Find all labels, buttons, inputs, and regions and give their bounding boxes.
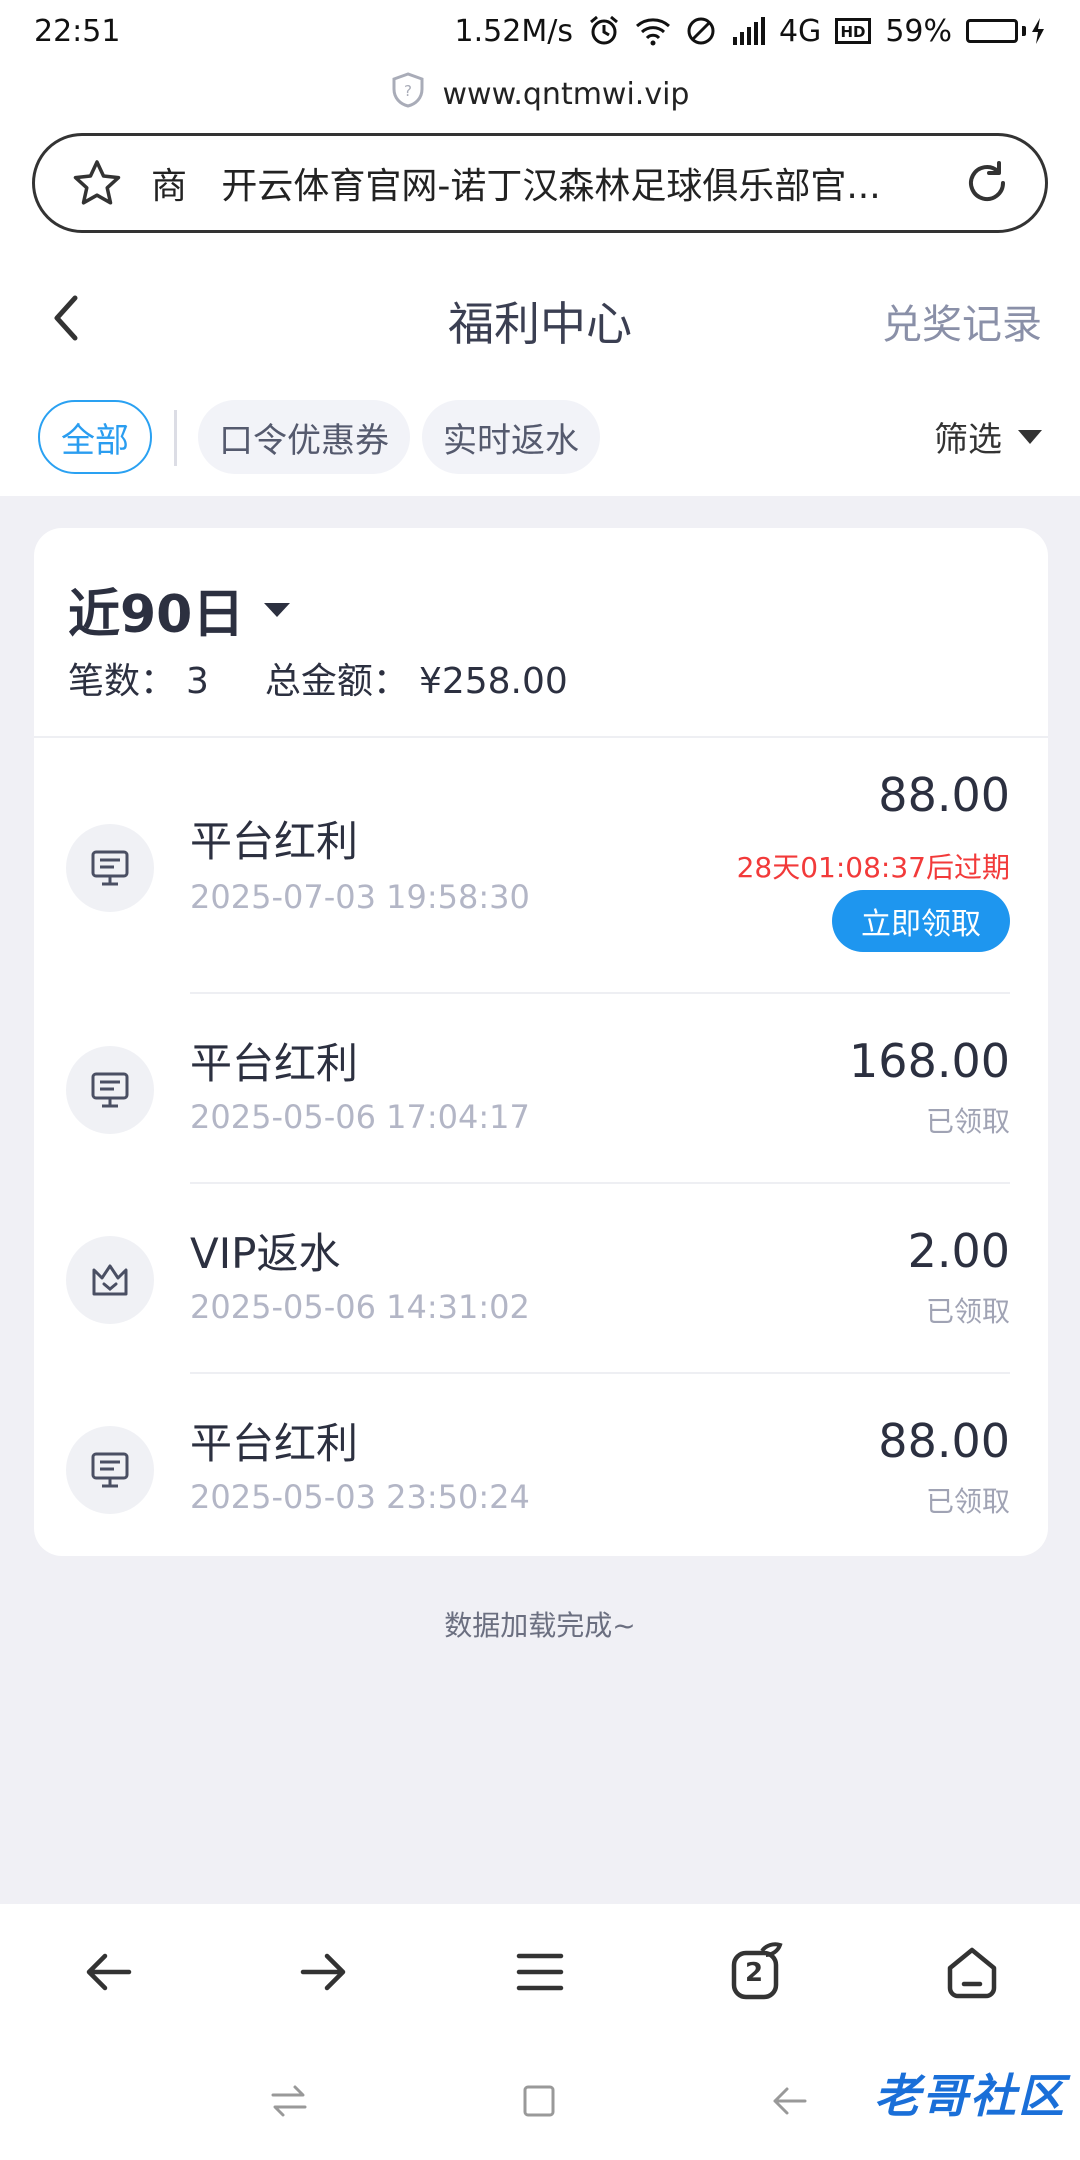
monitor-icon xyxy=(66,1426,154,1514)
redeem-records-link[interactable]: 兑奖记录 xyxy=(882,292,1042,350)
wifi-icon xyxy=(635,16,671,46)
monitor-icon xyxy=(66,824,154,912)
address-text[interactable]: 商 开云体育官网-诺丁汉森林足球俱乐部官... xyxy=(151,157,939,209)
filter-label: 筛选 xyxy=(934,420,1002,460)
reload-icon[interactable] xyxy=(959,155,1015,211)
total-value: ¥258.00 xyxy=(418,661,568,702)
list-item: 平台红利 2025-05-06 17:04:17 168.00 已领取 xyxy=(34,994,1048,1184)
list-item: VIP返水 2025-05-06 14:31:02 2.00 已领取 xyxy=(34,1184,1048,1374)
svg-text:HD: HD xyxy=(841,23,866,41)
count-stat: 笔数： 3 xyxy=(68,652,209,704)
list-item: 平台红利 2025-05-03 23:50:24 88.00 已领取 xyxy=(34,1374,1048,1556)
records-card: 近90日 笔数： 3 总金额： ¥258.00 平台红利 2025-07-03 19… xyxy=(34,528,1048,1556)
record-date: 2025-07-03 19:58:30 xyxy=(190,878,530,916)
switch-app-icon[interactable] xyxy=(264,2076,314,2126)
record-name: 平台红利 xyxy=(190,1039,359,1088)
range-selector[interactable]: 近90日 xyxy=(68,572,291,647)
do-not-disturb-icon xyxy=(685,15,717,47)
status-time: 22:51 xyxy=(34,13,121,49)
system-back-icon[interactable] xyxy=(764,2076,814,2126)
record-date: 2025-05-03 23:50:24 xyxy=(190,1478,530,1516)
address-prefix: 商 xyxy=(151,166,188,207)
record-name: 平台红利 xyxy=(190,817,359,866)
domain-text: www.qntmwi.vip xyxy=(442,76,690,112)
record-status: 已领取 xyxy=(925,1485,1010,1518)
record-name: 平台红利 xyxy=(190,1419,359,1468)
tab-count: 2 xyxy=(744,1958,764,1988)
tab-divider xyxy=(174,410,177,466)
record-status: 已领取 xyxy=(925,1295,1010,1328)
crown-icon xyxy=(66,1236,154,1324)
total-stat: 总金额： ¥258.00 xyxy=(265,652,568,704)
record-amount: 168.00 xyxy=(849,1034,1010,1088)
record-status: 已领取 xyxy=(925,1105,1010,1138)
network-speed: 1.52M/s xyxy=(454,13,573,49)
record-name: VIP返水 xyxy=(190,1229,341,1278)
count-label: 笔数： xyxy=(68,661,177,702)
monitor-icon xyxy=(66,1046,154,1134)
range-label: 近90日 xyxy=(68,585,245,645)
security-shield-icon: ? xyxy=(391,72,425,116)
summary: 近90日 笔数： 3 总金额： ¥258.00 xyxy=(34,528,1048,738)
forward-arrow-icon[interactable] xyxy=(284,1932,364,2012)
menu-icon[interactable] xyxy=(500,1932,580,2012)
hd-icon: HD xyxy=(835,18,872,44)
load-complete-text: 数据加载完成~ xyxy=(444,1609,636,1642)
bookmark-star-icon[interactable] xyxy=(69,155,125,211)
summary-stats: 笔数： 3 总金额： ¥258.00 xyxy=(68,652,568,704)
system-nav: 老哥社区 xyxy=(0,2040,1080,2160)
recent-apps-icon[interactable] xyxy=(514,2076,564,2126)
total-label: 总金额： xyxy=(264,661,409,702)
filter-tabs: 全部 口令优惠券 实时返水 筛选 xyxy=(0,376,1080,496)
tab-rebate[interactable]: 实时返水 xyxy=(422,400,600,474)
signal-icon xyxy=(731,17,765,45)
battery-icon xyxy=(966,18,1046,44)
caret-down-icon xyxy=(264,602,291,617)
record-date: 2025-05-06 17:04:17 xyxy=(190,1098,530,1136)
watermark-logo: 老哥社区 xyxy=(874,2069,1066,2123)
battery-percent: 59% xyxy=(885,13,952,49)
record-date: 2025-05-06 14:31:02 xyxy=(190,1288,530,1326)
url-line: ? www.qntmwi.vip xyxy=(0,62,1080,126)
page-title-text: 开云体育官网-诺丁汉森林足球俱乐部官... xyxy=(221,166,881,207)
network-type: 4G xyxy=(778,13,822,49)
count-value: 3 xyxy=(186,661,209,702)
address-bar[interactable]: 商 开云体育官网-诺丁汉森林足球俱乐部官... xyxy=(32,133,1048,233)
browser-nav: 2 xyxy=(0,1904,1080,2040)
back-arrow-icon[interactable] xyxy=(68,1932,148,2012)
svg-text:?: ? xyxy=(404,82,412,100)
list-item[interactable]: 平台红利 2025-07-03 19:58:30 88.00 28天01:08:… xyxy=(34,740,1048,994)
tabs-icon[interactable]: 2 xyxy=(716,1932,796,2012)
page-header: 福利中心 兑奖记录 xyxy=(0,258,1080,376)
filter-dropdown[interactable]: 筛选 xyxy=(934,412,1042,461)
tab-all[interactable]: 全部 xyxy=(38,400,152,474)
claim-button[interactable]: 立即领取 xyxy=(832,890,1010,952)
address-area: 商 开云体育官网-诺丁汉森林足球俱乐部官... xyxy=(0,126,1080,258)
tab-coupon[interactable]: 口令优惠券 xyxy=(198,400,410,474)
record-amount: 88.00 xyxy=(878,1414,1010,1468)
caret-down-icon xyxy=(1018,429,1042,444)
record-amount: 2.00 xyxy=(907,1224,1010,1278)
status-bar: 22:51 1.52M/s 4G HD 59% xyxy=(0,0,1080,62)
home-icon[interactable] xyxy=(932,1932,1012,2012)
record-amount: 88.00 xyxy=(878,768,1010,822)
expire-countdown: 28天01:08:37后过期 xyxy=(736,851,1010,884)
alarm-icon xyxy=(587,14,621,48)
